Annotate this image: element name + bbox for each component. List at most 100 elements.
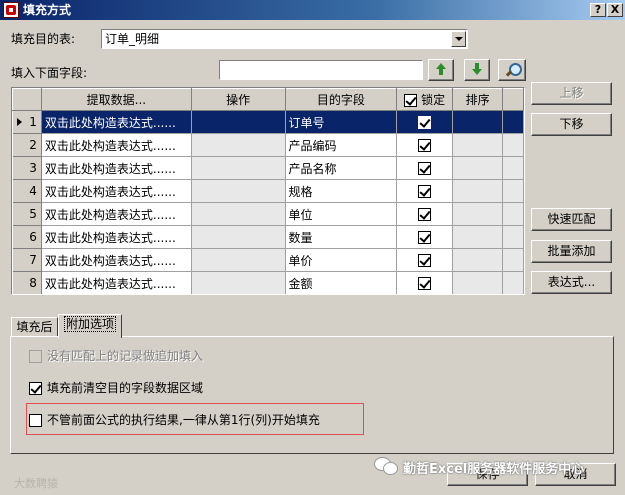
lock-all-checkbox[interactable] [404,94,418,107]
target-field-cell[interactable]: 单位 [285,202,398,226]
sort-cell[interactable] [452,110,504,134]
expression-cell[interactable]: 双击此处构造表达式...... [41,248,192,272]
operation-cell[interactable] [191,225,286,249]
column-header-sort[interactable]: 排序 [452,88,504,111]
target-field-cell[interactable]: 金额 [285,271,398,294]
table-row[interactable]: 6 双击此处构造表达式...... 数量 [12,225,524,249]
table-row[interactable]: 7 双击此处构造表达式...... 单价 [12,248,524,272]
lock-checkbox[interactable] [418,277,432,290]
row-number[interactable]: 4 [12,179,42,203]
operation-cell[interactable] [191,110,286,134]
row-number[interactable]: 2 [12,133,42,157]
lock-checkbox[interactable] [418,231,432,244]
operation-cell[interactable] [191,133,286,157]
sort-cell[interactable] [452,225,504,249]
operation-cell[interactable] [191,271,286,294]
clear-before-fill-checkbox[interactable] [29,382,42,395]
expression-cell[interactable]: 双击此处构造表达式...... [41,179,192,203]
lock-cell[interactable] [396,202,454,226]
lock-cell[interactable] [396,110,454,134]
lock-checkbox[interactable] [418,185,432,198]
sort-cell[interactable] [452,271,504,294]
lock-checkbox[interactable] [418,116,432,129]
field-filter-input[interactable] [219,60,423,80]
sort-cell[interactable] [452,202,504,226]
sort-cell[interactable] [452,179,504,203]
lock-cell[interactable] [396,133,454,157]
lock-cell[interactable] [396,179,454,203]
table-row[interactable]: 1 双击此处构造表达式...... 订单号 [12,110,524,134]
lock-checkbox[interactable] [418,139,432,152]
option-append-unmatched[interactable]: 没有匹配上的记录做追加填入 [29,348,203,364]
table-row[interactable]: 5 双击此处构造表达式...... 单位 [12,202,524,226]
sort-cell[interactable] [452,248,504,272]
expression-button[interactable]: 表达式... [531,271,612,294]
batch-add-button[interactable]: 批量添加 [531,240,612,263]
target-field-cell[interactable]: 产品名称 [285,156,398,180]
app-logo-icon [3,2,19,18]
row-number[interactable]: 7 [12,248,42,272]
append-unmatched-checkbox[interactable] [29,350,42,363]
operation-cell[interactable] [191,202,286,226]
column-header-lock[interactable]: 锁定 [396,88,454,111]
tab-after-fill[interactable]: 填充后 [11,317,58,337]
operation-cell[interactable] [191,156,286,180]
close-button[interactable]: X [607,3,623,17]
lock-cell[interactable] [396,248,454,272]
lock-checkbox[interactable] [418,162,432,175]
search-button[interactable] [498,59,526,81]
row-number[interactable]: 8 [12,271,42,294]
wechat-logo-icon [374,457,398,475]
expression-cell[interactable]: 双击此处构造表达式...... [41,156,192,180]
option-clear-before-fill[interactable]: 填充前清空目的字段数据区域 [29,380,203,396]
option-fill-from-first-row[interactable]: 不管前面公式的执行结果,一律从第1行(列)开始填充 [29,412,320,428]
fill-target-select[interactable]: 订单_明细 [101,29,468,49]
target-field-cell[interactable]: 数量 [285,225,398,249]
quick-match-button[interactable]: 快速匹配 [531,208,612,231]
expression-cell[interactable]: 双击此处构造表达式...... [41,133,192,157]
target-field-cell[interactable]: 单价 [285,248,398,272]
title-bar[interactable]: 填充方式 ? X [0,0,625,20]
move-down-arrow-button[interactable] [464,59,490,81]
fill-from-first-row-checkbox[interactable] [29,414,42,427]
lock-cell[interactable] [396,271,454,294]
tab-extra-options-label: 附加选项 [63,316,116,332]
table-row[interactable]: 8 双击此处构造表达式...... 金额 [12,271,524,294]
column-header-field[interactable]: 目的字段 [284,88,398,111]
row-number[interactable]: 1 [12,110,42,134]
expression-cell[interactable]: 双击此处构造表达式...... [41,271,192,294]
lock-cell[interactable] [396,156,454,180]
lock-checkbox[interactable] [418,208,432,221]
tab-extra-options[interactable]: 附加选项 [58,314,122,338]
table-row[interactable]: 4 双击此处构造表达式...... 规格 [12,179,524,203]
field-mapping-grid[interactable]: 提取数据... 操作 目的字段 锁定 排序 1 双击此处构造表达式...... 订单… [11,87,525,295]
sort-cell[interactable] [452,156,504,180]
grid-header-row: 提取数据... 操作 目的字段 锁定 排序 [12,88,524,111]
chevron-down-icon[interactable] [451,31,466,47]
table-row[interactable]: 3 双击此处构造表达式...... 产品名称 [12,156,524,180]
lock-cell[interactable] [396,225,454,249]
move-down-button[interactable]: 下移 [531,113,612,136]
table-row[interactable]: 2 双击此处构造表达式...... 产品编码 [12,133,524,157]
row-number[interactable]: 5 [12,202,42,226]
help-button[interactable]: ? [590,3,606,17]
lock-checkbox[interactable] [418,254,432,267]
expression-cell[interactable]: 双击此处构造表达式...... [41,110,192,134]
row-number[interactable]: 3 [12,156,42,180]
target-field-cell[interactable]: 订单号 [285,110,398,134]
column-header-expr[interactable]: 提取数据... [40,88,192,111]
move-up-button[interactable]: 上移 [531,82,612,105]
expression-cell[interactable]: 双击此处构造表达式...... [41,225,192,249]
expression-cell[interactable]: 双击此处构造表达式...... [41,202,192,226]
move-up-arrow-button[interactable] [428,59,454,81]
row-number[interactable]: 6 [12,225,42,249]
target-field-cell[interactable]: 产品编码 [285,133,398,157]
column-header-op[interactable]: 操作 [190,88,286,111]
watermark-right: 勤哲Excel服务器软件服务中心 [403,462,585,477]
operation-cell[interactable] [191,179,286,203]
operation-cell[interactable] [191,248,286,272]
target-field-cell[interactable]: 规格 [285,179,398,203]
sort-cell[interactable] [452,133,504,157]
row-number-label: 1 [29,115,37,129]
row-number-label: 6 [29,230,37,244]
